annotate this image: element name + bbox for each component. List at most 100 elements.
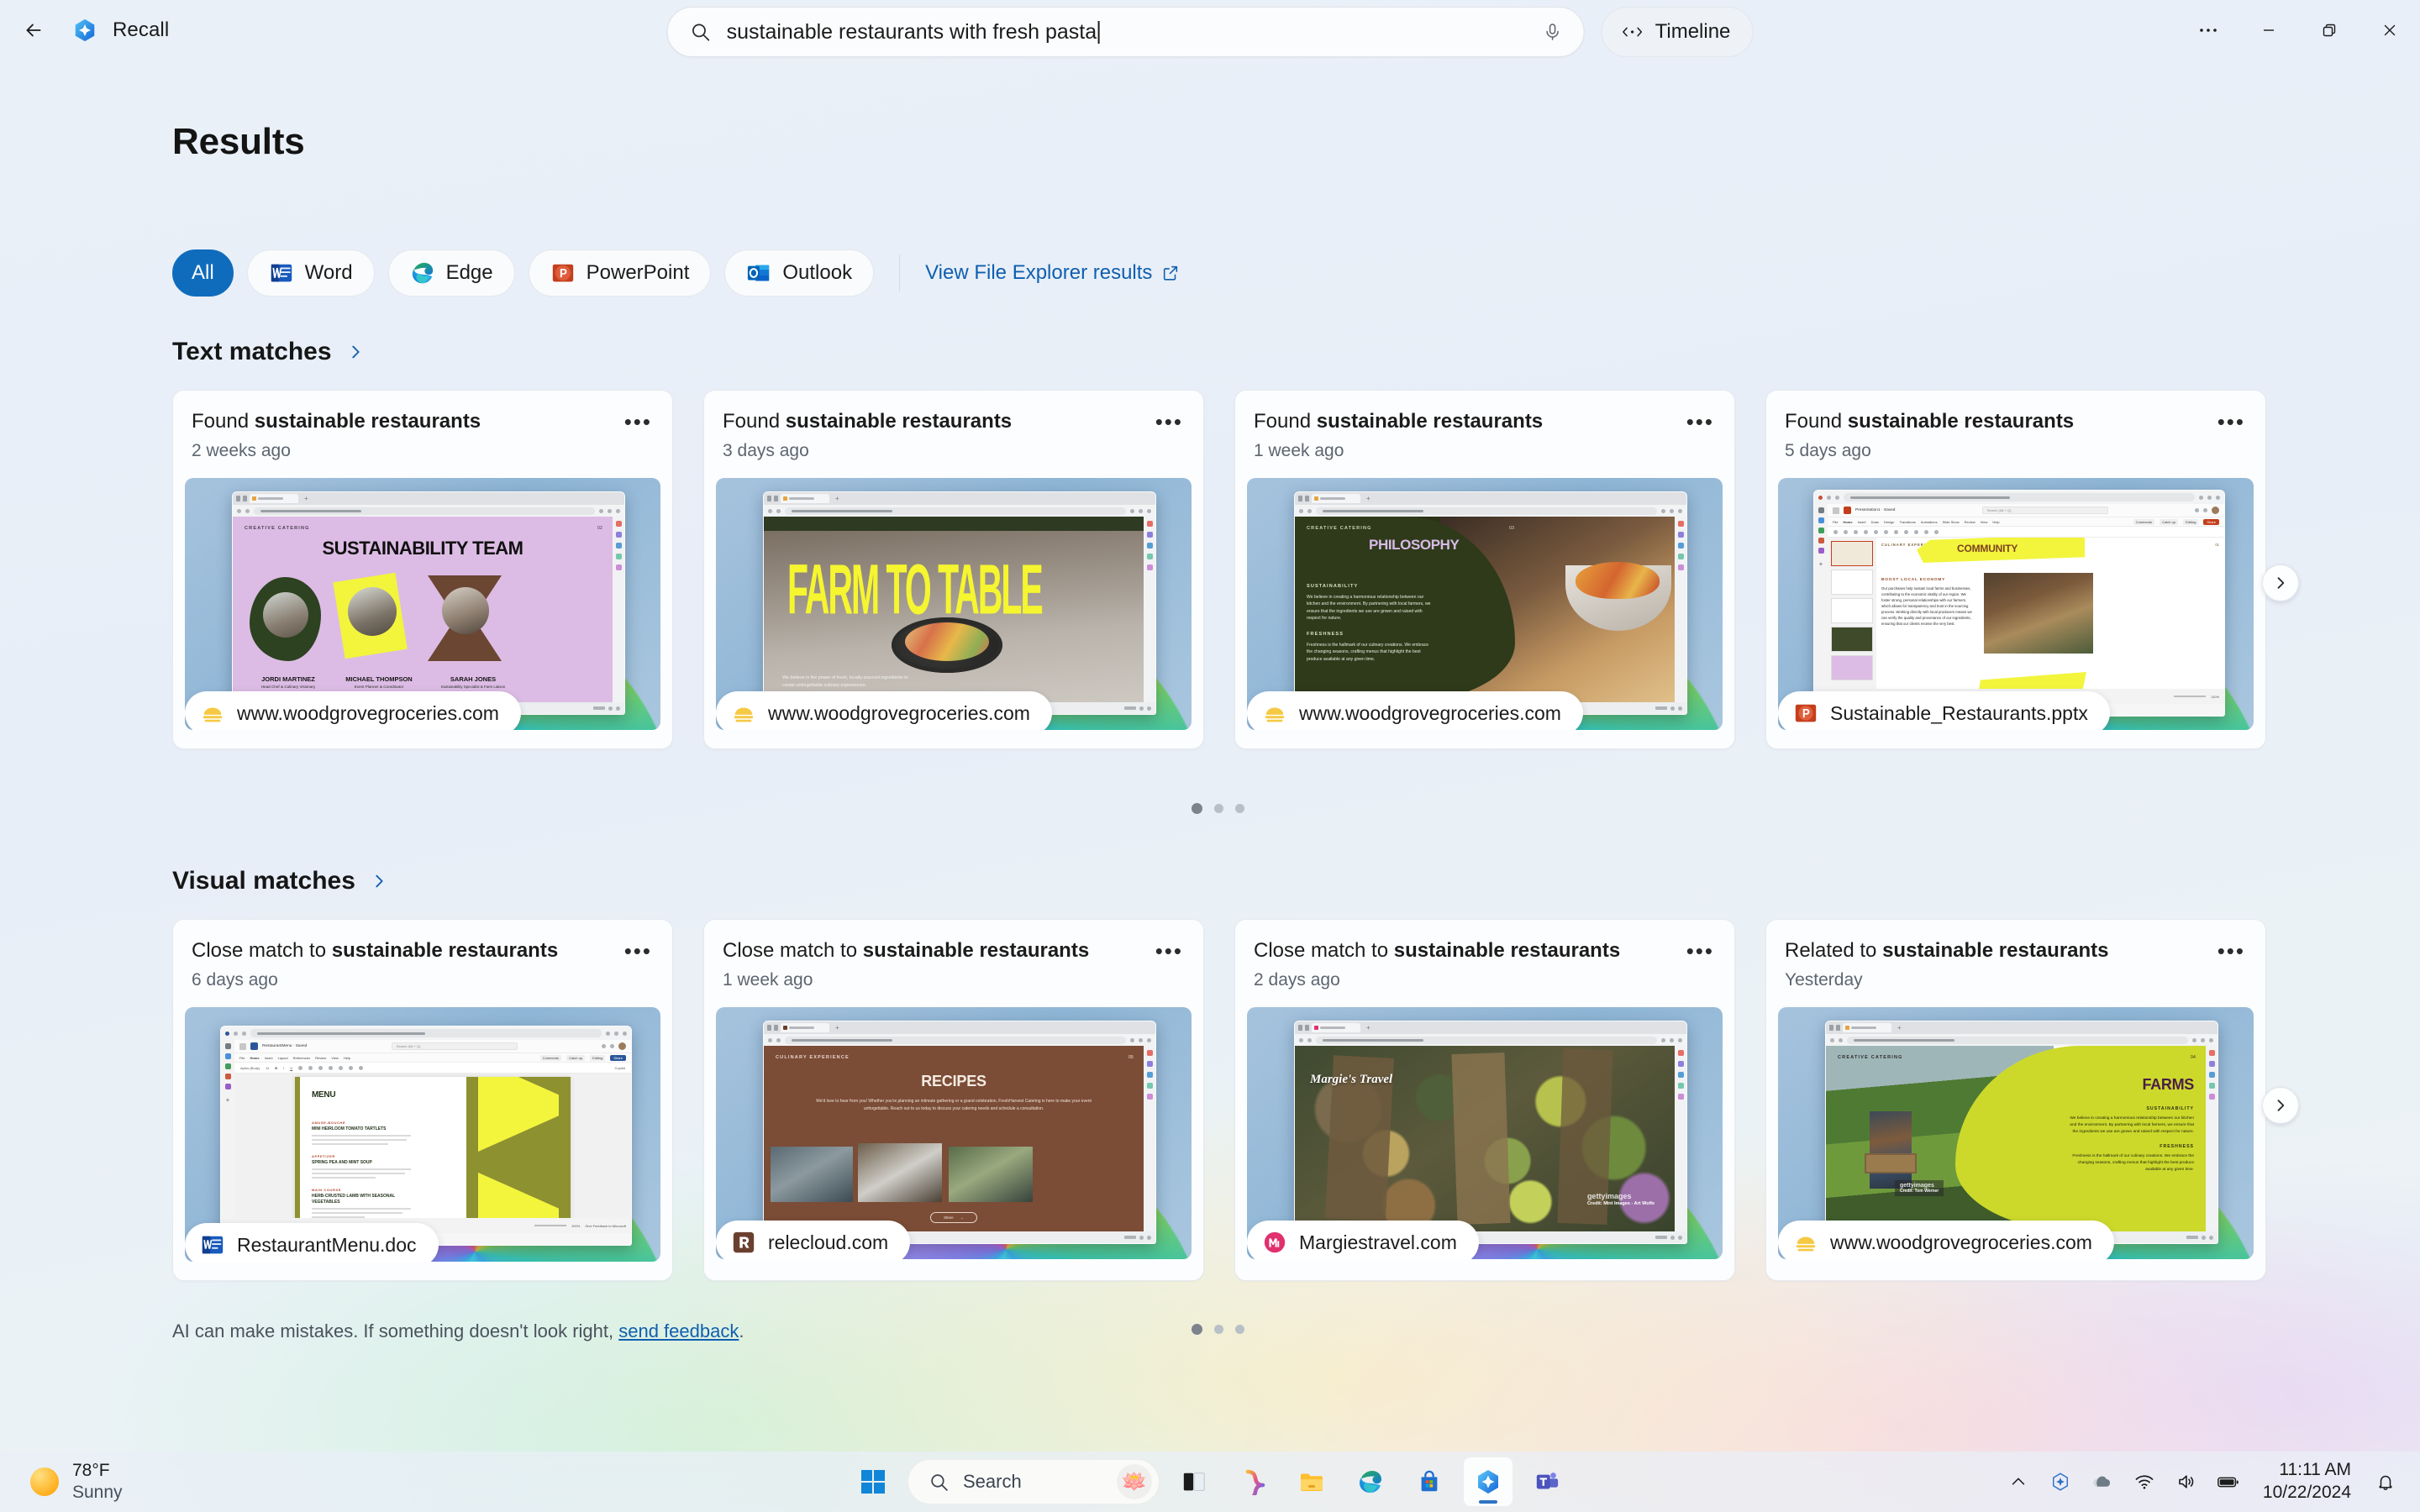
filter-chip-all[interactable]: All — [172, 249, 234, 297]
filter-chip-powerpoint-label: PowerPoint — [586, 261, 690, 284]
card-more-options-button[interactable]: ••• — [624, 938, 652, 962]
pagination-dot[interactable] — [1214, 1325, 1223, 1334]
filter-chip-edge[interactable]: Edge — [387, 249, 515, 297]
maximize-restore-button[interactable] — [2299, 7, 2360, 54]
card-thumbnail: + CREATIVE CATERING 04 FARMS SUSTAINABIL… — [1778, 1007, 2254, 1259]
taskbar-file-explorer-button[interactable] — [1287, 1457, 1336, 1506]
filter-chip-outlook[interactable]: Outlook — [724, 249, 875, 297]
card-title: Found sustainable restaurants — [1785, 409, 2074, 434]
search-input-value[interactable]: sustainable restaurants with fresh pasta — [727, 20, 1097, 45]
source-badge-label: www.woodgrovegroceries.com — [237, 701, 499, 724]
slide-body: We'd love to hear from you! Whether you'… — [816, 1099, 1092, 1111]
person-role: Event Planner & Coordinator — [354, 685, 404, 689]
taskbar-edge-button[interactable] — [1346, 1457, 1395, 1506]
close-button[interactable] — [2360, 7, 2420, 54]
source-badge[interactable]: Margiestravel.com — [1247, 1221, 1479, 1259]
recall-logo-icon — [75, 18, 95, 42]
start-button[interactable] — [849, 1457, 897, 1506]
source-badge[interactable]: RestaurantMenu.doc — [185, 1223, 439, 1262]
result-card[interactable]: Found sustainable restaurants ••• 1 week… — [1234, 390, 1735, 749]
card-more-options-button[interactable]: ••• — [1155, 938, 1183, 962]
weather-widget[interactable]: 78°F Sunny — [18, 1456, 134, 1509]
taskbar-search-box[interactable]: Search 🪷 — [908, 1459, 1160, 1504]
card-title-prefix: Related to — [1785, 939, 1883, 962]
clock-widget[interactable]: 11:11 AM 10/22/2024 — [2251, 1459, 2363, 1504]
show-hidden-icons-button[interactable] — [1999, 1461, 2038, 1503]
result-card[interactable]: Close match to sustainable restaurants •… — [1234, 919, 1735, 1281]
source-badge[interactable]: www.woodgrovegroceries.com — [185, 691, 521, 730]
pagination-dot[interactable] — [1192, 803, 1202, 814]
visual-matches-next-button[interactable] — [2262, 1087, 2299, 1124]
card-title-prefix: Close match to — [723, 939, 863, 962]
result-card[interactable]: Found sustainable restaurants ••• 3 days… — [703, 390, 1204, 749]
result-card[interactable]: Found sustainable restaurants ••• 2 week… — [172, 390, 673, 749]
filter-chip-word[interactable]: Word — [246, 249, 375, 297]
source-badge[interactable]: www.woodgrovegroceries.com — [1247, 691, 1583, 730]
taskbar-center-group: Search 🪷 — [849, 1457, 1571, 1506]
taskbar-recall-button[interactable] — [1464, 1457, 1512, 1506]
taskbar: 78°F Sunny Search 🪷 11:11 AM 10/22/2024 — [0, 1452, 2420, 1512]
notifications-button[interactable] — [2366, 1461, 2405, 1503]
timeline-button[interactable]: Timeline — [1601, 7, 1754, 57]
slide-heading: Margie's Travel — [1310, 1073, 1393, 1086]
send-feedback-link[interactable]: send feedback — [618, 1320, 739, 1341]
card-title-query: sustainable restaurants — [1316, 410, 1544, 433]
card-more-options-button[interactable]: ••• — [2217, 409, 2245, 433]
result-card[interactable]: Related to sustainable restaurants ••• Y… — [1765, 919, 2266, 1281]
image-credit: Credit: Tom Werner — [1900, 1189, 1939, 1194]
source-badge[interactable]: www.woodgrovegroceries.com — [716, 691, 1052, 730]
card-more-options-button[interactable]: ••• — [624, 409, 652, 433]
voice-search-button[interactable] — [1539, 22, 1567, 42]
source-badge-label: www.woodgrovegroceries.com — [1830, 1231, 2092, 1253]
slide-page-number: 04 — [2190, 1055, 2196, 1060]
minimize-button[interactable] — [2238, 7, 2299, 54]
wifi-button[interactable] — [2125, 1461, 2164, 1503]
card-title: Related to sustainable restaurants — [1785, 938, 2109, 963]
battery-button[interactable] — [2209, 1461, 2248, 1503]
card-more-options-button[interactable]: ••• — [2217, 938, 2245, 962]
source-badge[interactable]: www.woodgrovegroceries.com — [1778, 1221, 2114, 1259]
taskbar-microsoft-store-button[interactable] — [1405, 1457, 1454, 1506]
source-badge[interactable]: Sustainable_Restaurants.pptx — [1778, 691, 2110, 730]
volume-button[interactable] — [2167, 1461, 2206, 1503]
card-more-options-button[interactable]: ••• — [1686, 938, 1714, 962]
recall-tray-button[interactable] — [2041, 1461, 2080, 1503]
slide-body: Freshness is the hallmark of our culinar… — [1307, 643, 1429, 662]
result-card[interactable]: Close match to sustainable restaurants •… — [172, 919, 673, 1281]
taskbar-teams-button[interactable] — [1523, 1457, 1571, 1506]
source-badge-label: Sustainable_Restaurants.pptx — [1830, 701, 2088, 724]
visual-matches-card-row: Close match to sustainable restaurants •… — [172, 919, 2266, 1281]
pagination-dot[interactable] — [1235, 1325, 1244, 1334]
card-timestamp: 2 weeks ago — [192, 441, 291, 460]
card-more-options-button[interactable]: ••• — [1155, 409, 1183, 433]
pagination-dot[interactable] — [1214, 804, 1223, 813]
chip-divider — [899, 255, 901, 291]
onedrive-button[interactable] — [2083, 1461, 2122, 1503]
filter-chip-edge-label: Edge — [445, 261, 493, 284]
text-matches-next-button[interactable] — [2262, 564, 2299, 601]
pagination-dot[interactable] — [1192, 1324, 1202, 1335]
source-badge[interactable]: relecloud.com — [716, 1221, 911, 1259]
slide-philosophy: CREATIVE CATERING 03 PHILOSOPHY SUSTAINA… — [1295, 517, 1675, 702]
window-more-button[interactable] — [2178, 7, 2238, 54]
back-button[interactable] — [10, 7, 57, 54]
pagination-dot[interactable] — [1235, 804, 1244, 813]
browser-window-preview: + CULINARY EXPERIENCE 05 RECIPES We'd lo… — [763, 1021, 1156, 1244]
disclaimer-text-before: AI can make mistakes. If something doesn… — [172, 1320, 619, 1341]
section-header-text-matches[interactable]: Text matches — [172, 338, 365, 366]
slide-farms: CREATIVE CATERING 04 FARMS SUSTAINABILIT… — [1826, 1046, 2206, 1231]
result-card[interactable]: Close match to sustainable restaurants •… — [703, 919, 1204, 1281]
section-header-visual-matches[interactable]: Visual matches — [172, 867, 388, 895]
card-timestamp: 1 week ago — [723, 970, 813, 990]
search-box[interactable]: sustainable restaurants with fresh pasta — [666, 7, 1585, 57]
view-file-explorer-results-link[interactable]: View File Explorer results — [925, 261, 1180, 285]
filter-chip-powerpoint[interactable]: PowerPoint — [528, 249, 712, 297]
taskbar-copilot-button[interactable] — [1228, 1457, 1277, 1506]
margies-travel-icon — [1264, 1231, 1286, 1253]
card-more-options-button[interactable]: ••• — [1686, 409, 1714, 433]
result-card[interactable]: Found sustainable restaurants ••• 5 days… — [1765, 390, 2266, 749]
word-status-feedback: Give Feedback to Microsoft — [585, 1223, 626, 1228]
card-timestamp: 1 week ago — [1254, 441, 1344, 460]
taskbar-task-view-button[interactable] — [1170, 1457, 1218, 1506]
lotus-icon[interactable]: 🪷 — [1117, 1464, 1152, 1499]
